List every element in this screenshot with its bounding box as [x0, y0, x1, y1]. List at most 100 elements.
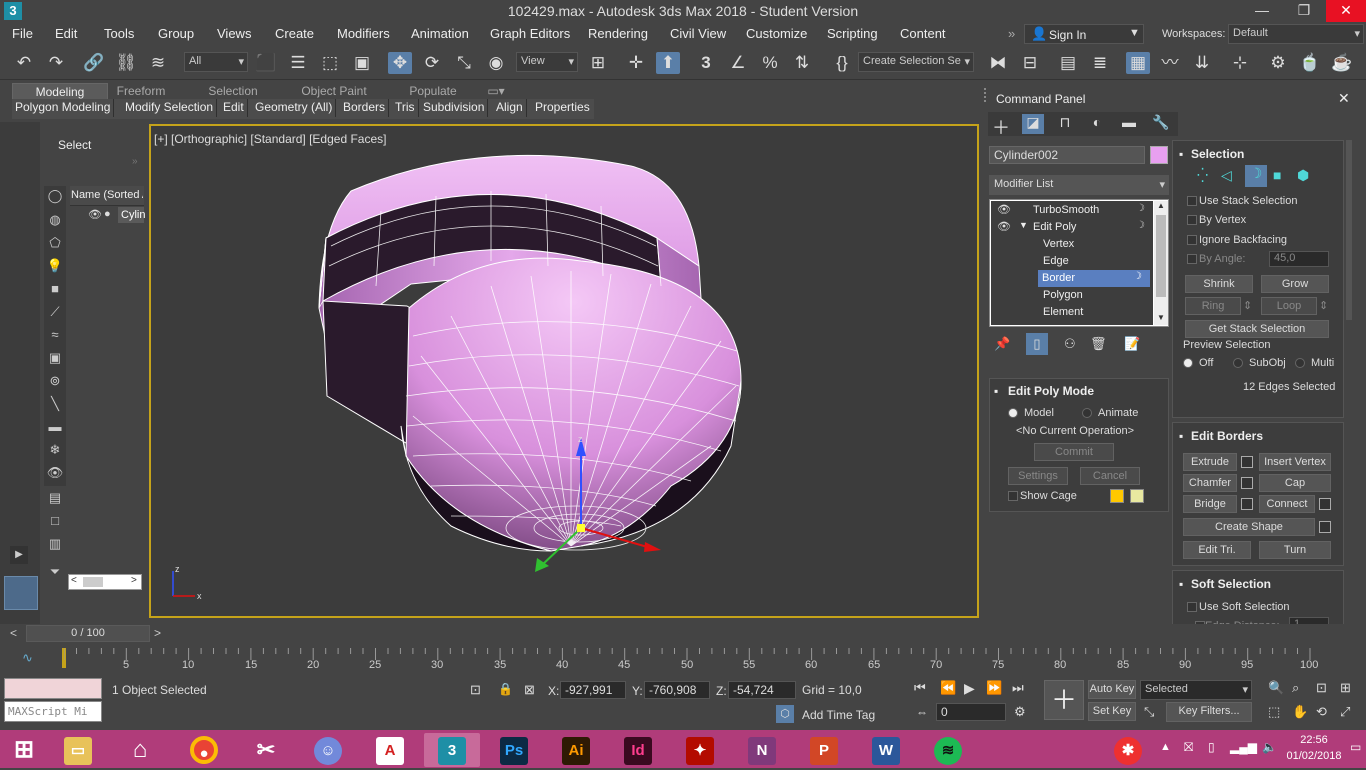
isolate-selection-icon[interactable]: ⊡ — [470, 682, 481, 698]
invert-filter-icon[interactable]: ▥ — [45, 534, 65, 554]
zoom-extents-all-icon[interactable]: ⊞ — [1340, 680, 1351, 696]
by-angle-checkbox[interactable] — [1187, 254, 1197, 264]
maxscript-mini-listener[interactable]: MAXScript Mi — [4, 701, 102, 722]
vertex-mode-icon[interactable]: ⁛ — [1197, 167, 1208, 184]
tab-selection[interactable]: Selection — [200, 83, 266, 100]
powerpoint-icon[interactable]: P — [802, 733, 846, 767]
y-coordinate-field[interactable]: -760,908 — [644, 681, 710, 699]
menu-rendering[interactable]: Rendering — [588, 26, 648, 41]
set-key-big-button[interactable]: ＋ — [1044, 680, 1084, 720]
animate-radio[interactable] — [1082, 408, 1092, 418]
bridge-settings-icon[interactable] — [1241, 498, 1253, 510]
cylinder-model[interactable]: z z x — [151, 126, 977, 616]
z-coordinate-field[interactable]: -54,724 — [728, 681, 796, 699]
stack-scroll-thumb[interactable] — [1156, 215, 1166, 297]
rollout-toggle-icon[interactable]: ▪ — [1179, 429, 1183, 443]
next-frame-icon[interactable]: > — [154, 626, 161, 640]
border-mode-icon[interactable]: ☽ — [1245, 165, 1267, 187]
subtab-align[interactable]: Align — [493, 99, 527, 117]
configure-sets-icon[interactable]: 📝 — [1124, 336, 1140, 352]
scroll-thumb[interactable] — [83, 577, 103, 587]
grip-icon[interactable] — [984, 88, 992, 102]
loop-button[interactable]: Loop — [1261, 297, 1317, 315]
ring-spinner-icon[interactable]: ⇕ — [1243, 299, 1252, 312]
named-selection-select[interactable]: Create Selection Se — [858, 52, 974, 72]
shapes-filter-icon[interactable]: ⬠ — [45, 233, 65, 253]
photoshop-icon[interactable]: Ps — [492, 733, 536, 767]
rect-selection-icon[interactable]: ⬚ — [318, 52, 342, 74]
edit-named-selection-icon[interactable]: {} — [830, 52, 854, 74]
home-icon[interactable]: ⌂ — [118, 733, 162, 767]
time-slider-thumb[interactable]: 0 / 100 — [26, 625, 150, 642]
snaps-toggle-icon[interactable]: 3 — [694, 52, 718, 74]
preview-subobj-radio[interactable] — [1233, 358, 1243, 368]
explorer-hscrollbar[interactable]: < > — [68, 574, 142, 590]
place-icon[interactable]: ◉ — [484, 52, 508, 74]
align-icon[interactable]: ⊟ — [1018, 52, 1042, 74]
pivot-center-icon[interactable]: ⊞ — [586, 52, 610, 74]
selected-set-select[interactable]: Selected — [1140, 680, 1252, 700]
stack-subobj-element[interactable]: Element — [991, 304, 1153, 321]
menu-overflow-icon[interactable]: » — [1008, 26, 1015, 41]
tray-app-icon[interactable]: ✱ — [1104, 733, 1152, 767]
geometry-filter-icon[interactable]: ◍ — [45, 210, 65, 230]
workspaces-select[interactable]: Default — [1228, 24, 1364, 44]
hidden-filter-icon[interactable]: 👁 — [45, 463, 65, 483]
cancel-button[interactable]: Cancel — [1080, 467, 1140, 485]
viewport-layout-thumbnail[interactable] — [4, 576, 38, 610]
rollout-toggle-icon[interactable]: ▪ — [1179, 147, 1183, 161]
eye-icon[interactable]: 👁 — [997, 220, 1011, 233]
display-none-icon[interactable]: ◯ — [45, 186, 65, 206]
funnel-icon[interactable]: ⏷ — [45, 562, 65, 582]
indesign-icon[interactable]: Id — [616, 733, 660, 767]
menu-views[interactable]: Views — [217, 26, 251, 41]
chamfer-settings-icon[interactable] — [1241, 477, 1253, 489]
settings-button[interactable]: Settings — [1008, 467, 1068, 485]
stack-item-edit-poly[interactable]: 👁 ▼ Edit Poly ☽ — [991, 219, 1153, 236]
stack-item-turbosmooth[interactable]: 👁 TurboSmooth ☽ — [991, 202, 1153, 219]
show-cage-checkbox[interactable] — [1008, 491, 1018, 501]
select-rotate-icon[interactable]: ⟳ — [420, 52, 444, 74]
collapse-icon[interactable]: » — [132, 156, 138, 167]
modifier-list-select[interactable]: Modifier List — [989, 175, 1169, 195]
collapse-triangle-icon[interactable]: ▼ — [1019, 220, 1028, 230]
word-icon[interactable]: W — [864, 733, 908, 767]
scroll-left-icon[interactable]: < — [71, 575, 77, 586]
onenote-icon[interactable]: N — [740, 733, 784, 767]
clock-date[interactable]: 01/02/2018 — [1284, 750, 1344, 762]
curve-editor-mini-icon[interactable]: ∿ — [22, 650, 33, 666]
model-radio[interactable] — [1008, 408, 1018, 418]
remove-modifier-icon[interactable]: 🗑 — [1090, 336, 1107, 352]
orbit-icon[interactable]: ⟲ — [1316, 704, 1327, 720]
edit-tri-button[interactable]: Edit Tri. — [1183, 541, 1251, 559]
tab-freeform[interactable]: Freeform — [108, 83, 174, 100]
restore-icon[interactable]: ❐ — [1284, 0, 1324, 22]
subtab-properties[interactable]: Properties — [532, 99, 593, 117]
key-filters-button[interactable]: Key Filters... — [1166, 702, 1252, 722]
zoom-icon[interactable]: 🔍 — [1268, 680, 1284, 696]
polygon-mode-icon[interactable]: ■ — [1273, 167, 1281, 183]
stack-scrollbar[interactable]: ▲ ▼ — [1154, 201, 1168, 325]
chrome-icon[interactable]: ● — [182, 733, 226, 767]
stack-subobj-edge[interactable]: Edge — [991, 253, 1153, 270]
containers-filter-icon[interactable]: ▬ — [45, 417, 65, 437]
display-tab-icon[interactable]: ▬ — [1118, 114, 1140, 130]
lights-filter-icon[interactable]: 💡 — [45, 256, 65, 276]
menu-civil-view[interactable]: Civil View — [670, 26, 726, 41]
space-warps-filter-icon[interactable]: ≈ — [45, 325, 65, 345]
menu-edit[interactable]: Edit — [55, 26, 77, 41]
commit-button[interactable]: Commit — [1034, 443, 1114, 461]
stack-subobj-border[interactable]: Border ☽ — [1038, 270, 1150, 287]
subtab-modify-selection[interactable]: Modify Selection — [122, 99, 218, 117]
time-config-icon[interactable]: ⚙ — [1014, 704, 1026, 720]
close-icon[interactable]: ✕ — [1326, 0, 1366, 22]
use-soft-selection-checkbox[interactable] — [1187, 602, 1197, 612]
edge-mode-icon[interactable]: ◁ — [1221, 167, 1232, 184]
menu-animation[interactable]: Animation — [411, 26, 469, 41]
absolute-mode-icon[interactable]: ⊠ — [524, 682, 535, 698]
eye-icon[interactable]: 👁 — [997, 203, 1011, 216]
schematic-view-icon[interactable]: ⇊ — [1190, 52, 1214, 74]
spotify-icon[interactable]: ≋ — [926, 733, 970, 767]
close-icon[interactable]: ✕ — [1338, 90, 1350, 107]
x-coordinate-field[interactable]: -927,991 — [560, 681, 626, 699]
